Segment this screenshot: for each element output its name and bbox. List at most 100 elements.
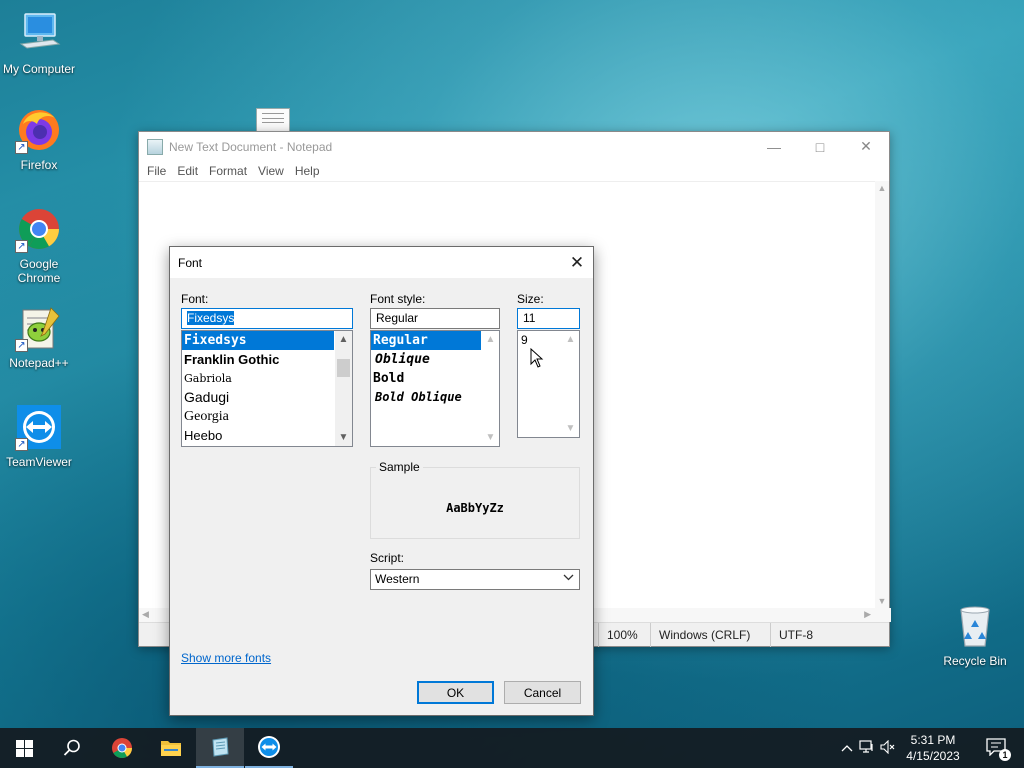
taskbar-teamviewer[interactable]	[245, 728, 293, 768]
desktop-icon-label: Notepad++	[9, 356, 69, 370]
scroll-down-icon[interactable]: ▼	[562, 420, 579, 437]
font-style-item[interactable]: Bold Oblique	[371, 388, 499, 407]
script-value: Western	[375, 572, 420, 586]
menu-format[interactable]: Format	[207, 164, 254, 178]
teamviewer-icon	[258, 736, 280, 758]
notepad-vertical-scrollbar[interactable]: ▲ ▼	[875, 181, 889, 608]
scroll-up-icon[interactable]: ▲	[482, 331, 499, 348]
desktop-icon-label: TeamViewer	[6, 455, 72, 469]
font-list-item[interactable]: Gabriola	[182, 369, 352, 388]
network-icon[interactable]	[856, 739, 878, 757]
notepad-icon	[212, 737, 229, 757]
scroll-up-icon[interactable]: ▲	[562, 331, 579, 348]
menu-help[interactable]: Help	[293, 164, 327, 178]
teamviewer-icon: ↗	[15, 403, 63, 451]
font-style-item[interactable]: Bold	[371, 369, 499, 388]
desktop-icon-teamviewer[interactable]: ↗ TeamViewer	[1, 403, 77, 469]
notification-badge: 1	[999, 749, 1011, 761]
font-list-item[interactable]: Gadugi	[182, 388, 352, 407]
notepad-titlebar[interactable]: New Text Document - Notepad — □ ✕	[139, 132, 889, 161]
scroll-down-icon[interactable]: ▼	[335, 429, 352, 446]
desktop-icon-label: My Computer	[2, 62, 76, 76]
close-icon[interactable]: ✕	[843, 132, 889, 161]
notepad-plus-plus-icon: ↗	[15, 304, 63, 352]
font-dialog-titlebar[interactable]: Font ✕	[170, 247, 593, 278]
font-style-list[interactable]: Regular Oblique Bold Bold Oblique ▲ ▼	[370, 330, 500, 447]
action-center-button[interactable]: 1	[986, 738, 1011, 761]
size-list[interactable]: 9 ▲ ▼	[517, 330, 580, 438]
ok-button[interactable]: OK	[417, 681, 494, 704]
shortcut-arrow-icon: ↗	[15, 240, 28, 253]
search-button[interactable]	[48, 728, 96, 768]
font-style-item[interactable]: Oblique	[371, 350, 499, 369]
firefox-icon: ↗	[15, 106, 63, 154]
shortcut-arrow-icon: ↗	[15, 438, 28, 451]
font-dialog: Font ✕ Font: Fixedsys Fixedsys Franklin …	[169, 246, 594, 716]
notepad-menubar: File Edit Format View Help	[139, 161, 889, 181]
scroll-up-icon[interactable]: ▲	[875, 181, 889, 195]
desktop-icon-label: Firefox	[20, 158, 58, 172]
font-list-item[interactable]: Georgia	[182, 407, 352, 426]
menu-view[interactable]: View	[256, 164, 291, 178]
font-style-item[interactable]: Regular	[371, 331, 481, 350]
minimize-icon[interactable]: —	[751, 132, 797, 161]
scroll-down-icon[interactable]: ▼	[482, 429, 499, 446]
chevron-up-icon[interactable]	[838, 741, 856, 755]
chevron-down-icon[interactable]	[563, 572, 574, 586]
taskbar-notepad[interactable]	[196, 728, 244, 768]
desktop-icon-recycle-bin[interactable]: Recycle Bin	[937, 602, 1013, 668]
size-label: Size:	[517, 292, 544, 306]
desktop-icon-chrome[interactable]: ↗ Google Chrome	[1, 205, 77, 285]
font-list-scrollbar[interactable]: ▲ ▼	[335, 331, 352, 446]
cancel-button[interactable]: Cancel	[504, 681, 581, 704]
scroll-down-icon[interactable]: ▼	[875, 594, 889, 608]
font-name-input[interactable]: Fixedsys	[181, 308, 353, 329]
scroll-up-icon[interactable]: ▲	[335, 331, 352, 348]
sample-group: Sample AaBbYyZz	[370, 460, 580, 539]
font-label: Font:	[181, 292, 209, 306]
sample-text: AaBbYyZz	[446, 501, 504, 515]
font-style-input[interactable]: Regular	[370, 308, 500, 329]
start-button[interactable]	[0, 728, 48, 768]
scrollbar-thumb[interactable]	[337, 359, 350, 377]
status-zoom: 100%	[598, 623, 650, 647]
font-list-item[interactable]: Fixedsys	[182, 331, 334, 350]
font-list-item[interactable]: Heebo	[182, 426, 352, 445]
font-style-scrollbar[interactable]: ▲ ▼	[482, 331, 499, 446]
size-input[interactable]: 11	[517, 308, 580, 329]
desktop-icon-my-computer[interactable]: My Computer	[1, 10, 77, 76]
chrome-icon: ↗	[15, 205, 63, 253]
windows-logo-icon	[15, 739, 33, 757]
taskbar-chrome[interactable]	[98, 728, 146, 768]
chrome-icon	[112, 738, 132, 758]
clock-date: 4/15/2023	[906, 749, 960, 763]
desktop-icon-label: Recycle Bin	[943, 654, 1007, 668]
font-list-item[interactable]: Franklin Gothic	[182, 350, 352, 369]
maximize-icon[interactable]: □	[797, 132, 843, 161]
search-icon	[63, 739, 80, 756]
close-icon[interactable]: ✕	[561, 247, 593, 278]
font-name-value: Fixedsys	[187, 311, 235, 325]
menu-edit[interactable]: Edit	[175, 164, 205, 178]
font-style-label: Font style:	[370, 292, 426, 306]
menu-file[interactable]: File	[145, 164, 173, 178]
shortcut-arrow-icon: ↗	[15, 141, 28, 154]
scroll-right-icon[interactable]: ▶	[864, 609, 871, 620]
status-line-endings: Windows (CRLF)	[650, 623, 770, 647]
script-select[interactable]: Western	[370, 569, 580, 590]
show-more-fonts-link[interactable]: Show more fonts	[181, 651, 271, 665]
size-list-scrollbar[interactable]: ▲ ▼	[562, 331, 579, 437]
recycle-bin-icon	[951, 602, 999, 650]
scroll-left-icon[interactable]: ◀	[142, 609, 149, 620]
taskbar-file-explorer[interactable]	[147, 728, 195, 768]
desktop-icon-firefox[interactable]: ↗ Firefox	[1, 106, 77, 172]
taskbar: 5:31 PM 4/15/2023 1	[0, 728, 1024, 768]
folder-icon	[161, 741, 181, 756]
desktop-icon-label: Google Chrome	[17, 257, 61, 285]
text-document-icon[interactable]	[256, 108, 290, 131]
volume-muted-icon[interactable]	[878, 739, 898, 757]
desktop-icon-notepad-plus-plus[interactable]: ↗ Notepad++	[1, 304, 77, 370]
font-list[interactable]: Fixedsys Franklin Gothic Gabriola Gadugi…	[181, 330, 353, 447]
notepad-app-icon	[147, 138, 163, 155]
taskbar-clock[interactable]: 5:31 PM 4/15/2023	[900, 732, 966, 764]
